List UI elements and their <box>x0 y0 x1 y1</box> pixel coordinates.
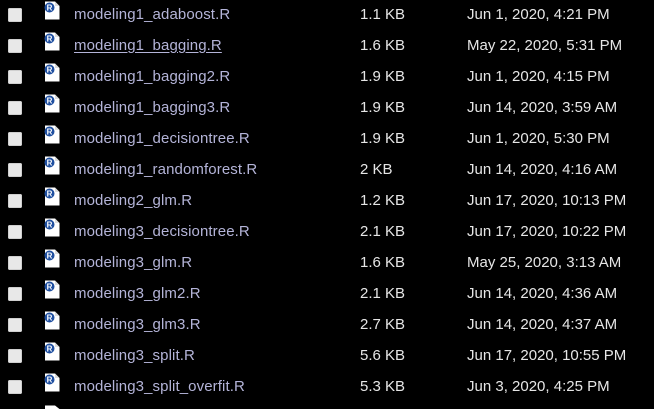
row-checkbox[interactable] <box>8 287 22 301</box>
row-checkbox[interactable] <box>8 8 22 22</box>
file-modified-date: Jun 14, 2020, 3:59 AM <box>467 99 618 116</box>
file-row[interactable]: R modeling1_bagging2.R 1.9 KB Jun 1, 202… <box>0 62 654 93</box>
file-name-link[interactable]: modeling3_split_overfit.R <box>74 378 245 395</box>
file-modified-date: Jun 17, 2020, 10:22 PM <box>467 223 627 240</box>
row-checkbox[interactable] <box>8 380 22 394</box>
svg-text:R: R <box>47 313 53 322</box>
file-size: 1.6 KB <box>360 254 406 271</box>
file-row[interactable]: R modeling3_split_overfit.R 5.3 KB Jun 3… <box>0 372 654 403</box>
file-modified-date: Jun 3, 2020, 4:25 PM <box>467 378 610 395</box>
file-row[interactable]: R modeling3_glm2.R 2.1 KB Jun 14, 2020, … <box>0 279 654 310</box>
svg-text:R: R <box>47 127 53 136</box>
file-size: 1.9 KB <box>360 99 406 116</box>
file-list: R modeling1_adaboost.R 1.1 KB Jun 1, 202… <box>0 0 654 409</box>
file-row[interactable]: R modeling1_adaboost.R 1.1 KB Jun 1, 202… <box>0 0 654 31</box>
svg-text:R: R <box>47 3 53 12</box>
svg-text:R: R <box>47 189 53 198</box>
file-row[interactable]: R modeling2_glm.R 1.2 KB Jun 17, 2020, 1… <box>0 186 654 217</box>
row-checkbox[interactable] <box>8 194 22 208</box>
r-file-icon: R <box>44 156 60 175</box>
file-modified-date: Jun 17, 2020, 10:55 PM <box>467 347 627 364</box>
row-checkbox[interactable] <box>8 256 22 270</box>
svg-text:R: R <box>47 96 53 105</box>
r-file-icon: R <box>44 342 60 361</box>
file-row[interactable]: R modeling1_bagging.R 1.6 KB May 22, 202… <box>0 31 654 62</box>
r-file-icon: R <box>44 218 60 237</box>
r-file-icon <box>45 405 60 409</box>
svg-text:R: R <box>47 282 53 291</box>
file-row[interactable]: R modeling3_glm.R 1.6 KB May 25, 2020, 3… <box>0 248 654 279</box>
r-file-icon: R <box>44 280 60 299</box>
file-row[interactable]: R modeling1_bagging3.R 1.9 KB Jun 14, 20… <box>0 93 654 124</box>
partial-file-row <box>0 404 654 409</box>
row-checkbox[interactable] <box>8 39 22 53</box>
file-modified-date: Jun 17, 2020, 10:13 PM <box>467 192 627 209</box>
file-modified-date: Jun 1, 2020, 4:15 PM <box>467 68 610 85</box>
file-name-link[interactable]: modeling3_glm2.R <box>74 285 201 302</box>
r-file-icon: R <box>44 94 60 113</box>
file-modified-date: Jun 14, 2020, 4:37 AM <box>467 316 618 333</box>
file-modified-date: Jun 1, 2020, 4:21 PM <box>467 6 610 23</box>
svg-text:R: R <box>47 375 53 384</box>
file-size: 1.6 KB <box>360 37 406 54</box>
file-row[interactable]: R modeling3_split.R 5.6 KB Jun 17, 2020,… <box>0 341 654 372</box>
r-file-icon: R <box>44 187 60 206</box>
file-name-link[interactable]: modeling3_decisiontree.R <box>74 223 250 240</box>
file-size: 2.7 KB <box>360 316 406 333</box>
file-size: 1.1 KB <box>360 6 406 23</box>
r-file-icon: R <box>44 32 60 51</box>
row-checkbox[interactable] <box>8 318 22 332</box>
file-size: 5.3 KB <box>360 378 406 395</box>
file-name-link[interactable]: modeling1_adaboost.R <box>74 6 230 23</box>
row-checkbox[interactable] <box>8 132 22 146</box>
row-checkbox[interactable] <box>8 349 22 363</box>
r-file-icon: R <box>44 373 60 392</box>
svg-text:R: R <box>47 251 53 260</box>
svg-text:R: R <box>47 34 53 43</box>
file-name-link[interactable]: modeling3_split.R <box>74 347 195 364</box>
file-size: 2.1 KB <box>360 223 406 240</box>
r-file-icon: R <box>44 63 60 82</box>
file-row[interactable]: R modeling1_randomforest.R 2 KB Jun 14, … <box>0 155 654 186</box>
file-size: 2 KB <box>360 161 393 178</box>
file-size: 5.6 KB <box>360 347 406 364</box>
row-checkbox[interactable] <box>8 70 22 84</box>
file-modified-date: May 22, 2020, 5:31 PM <box>467 37 623 54</box>
r-file-icon: R <box>44 1 60 20</box>
svg-text:R: R <box>47 158 53 167</box>
svg-text:R: R <box>47 344 53 353</box>
file-modified-date: Jun 14, 2020, 4:36 AM <box>467 285 618 302</box>
file-name-link[interactable]: modeling2_glm.R <box>74 192 192 209</box>
row-checkbox[interactable] <box>8 101 22 115</box>
file-size: 1.9 KB <box>360 68 406 85</box>
file-row[interactable]: R modeling3_glm3.R 2.7 KB Jun 14, 2020, … <box>0 310 654 341</box>
row-checkbox[interactable] <box>8 225 22 239</box>
file-modified-date: Jun 1, 2020, 5:30 PM <box>467 130 610 147</box>
file-size: 1.2 KB <box>360 192 406 209</box>
r-file-icon: R <box>44 249 60 268</box>
file-row[interactable]: R modeling3_decisiontree.R 2.1 KB Jun 17… <box>0 217 654 248</box>
file-name-link[interactable]: modeling1_bagging.R <box>74 37 222 54</box>
file-name-link[interactable]: modeling1_randomforest.R <box>74 161 257 178</box>
file-size: 2.1 KB <box>360 285 406 302</box>
file-name-link[interactable]: modeling1_bagging2.R <box>74 68 230 85</box>
svg-text:R: R <box>47 65 53 74</box>
r-file-icon: R <box>44 125 60 144</box>
file-name-link[interactable]: modeling1_decisiontree.R <box>74 130 250 147</box>
row-checkbox[interactable] <box>8 163 22 177</box>
svg-text:R: R <box>47 220 53 229</box>
r-file-icon: R <box>44 311 60 330</box>
file-name-link[interactable]: modeling3_glm3.R <box>74 316 201 333</box>
file-name-link[interactable]: modeling3_glm.R <box>74 254 192 271</box>
file-name-link[interactable]: modeling1_bagging3.R <box>74 99 230 116</box>
file-modified-date: May 25, 2020, 3:13 AM <box>467 254 622 271</box>
file-size: 1.9 KB <box>360 130 406 147</box>
file-modified-date: Jun 14, 2020, 4:16 AM <box>467 161 618 178</box>
file-row[interactable]: R modeling1_decisiontree.R 1.9 KB Jun 1,… <box>0 124 654 155</box>
